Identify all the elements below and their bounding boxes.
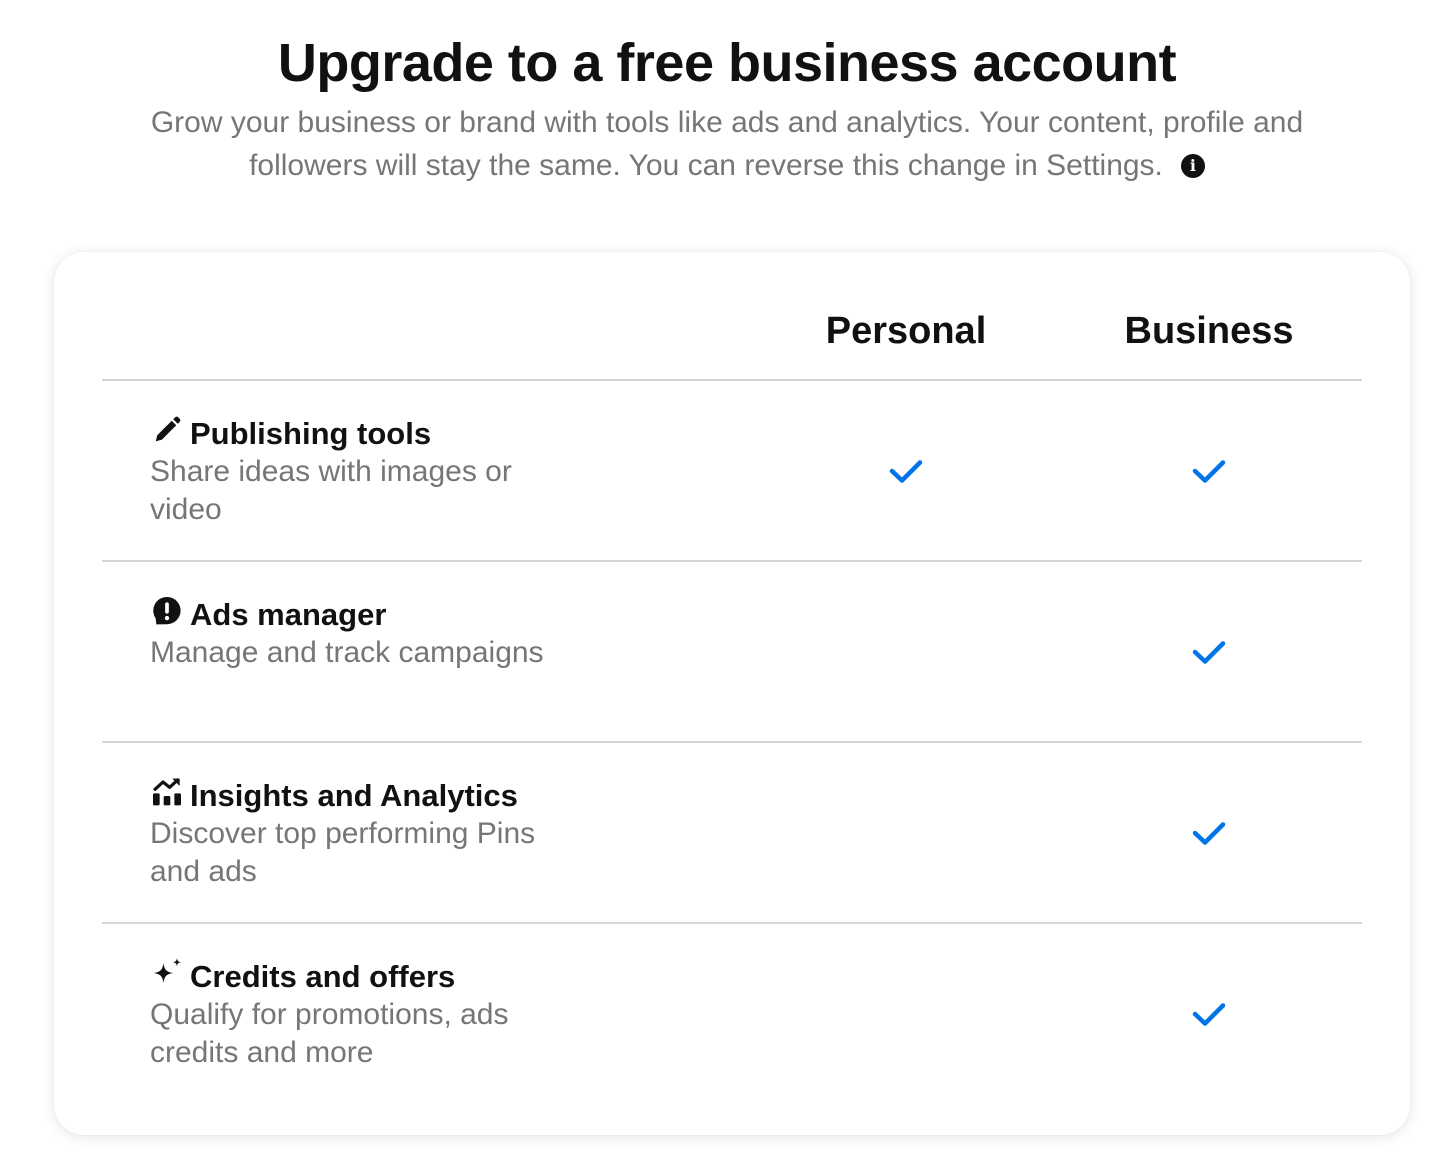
column-header-personal: Personal <box>825 310 987 352</box>
subtitle-text: Grow your business or brand with tools l… <box>150 106 1304 182</box>
feature-info: Credits and offers Qualify for promotion… <box>150 958 570 1072</box>
feature-description: Discover top performing Pins and ads <box>150 817 536 888</box>
page-title: Upgrade to a free business account <box>277 33 1177 93</box>
analytics-chart-icon <box>150 775 184 809</box>
personal-check-icon <box>889 460 923 483</box>
feature-row-credits-offers: Credits and offers Qualify for promotion… <box>102 924 1362 1105</box>
upgrade-page: Upgrade to a free business account Grow … <box>0 0 1454 1160</box>
feature-info: Publishing tools Share ideas with images… <box>150 415 570 529</box>
feature-title: Insights and Analytics <box>190 778 518 813</box>
feature-row-insights-analytics: Insights and Analytics Discover top perf… <box>102 743 1362 924</box>
feature-description: Share ideas with images or video <box>150 455 512 526</box>
business-check-icon <box>1192 641 1226 664</box>
sparkle-icon <box>150 956 184 990</box>
feature-row-publishing-tools: Publishing tools Share ideas with images… <box>102 381 1362 562</box>
column-header-business: Business <box>1124 310 1294 352</box>
feature-row-ads-manager: Ads manager Manage and track campaigns <box>102 562 1362 743</box>
ads-alert-icon <box>150 594 184 628</box>
page-subtitle: Grow your business or brand with tools l… <box>95 101 1359 187</box>
feature-description: Manage and track campaigns <box>150 636 544 669</box>
feature-title: Credits and offers <box>190 959 456 994</box>
business-check-icon <box>1192 822 1226 845</box>
feature-info: Insights and Analytics Discover top perf… <box>150 777 570 891</box>
feature-title: Publishing tools <box>190 416 432 451</box>
business-check-icon <box>1192 460 1226 483</box>
business-check-icon <box>1192 1003 1226 1026</box>
feature-description: Qualify for promotions, ads credits and … <box>150 998 509 1069</box>
info-icon[interactable]: i <box>1180 154 1205 178</box>
feature-info: Ads manager Manage and track campaigns <box>150 596 570 672</box>
feature-title: Ads manager <box>190 597 387 632</box>
pencil-icon <box>150 413 184 447</box>
